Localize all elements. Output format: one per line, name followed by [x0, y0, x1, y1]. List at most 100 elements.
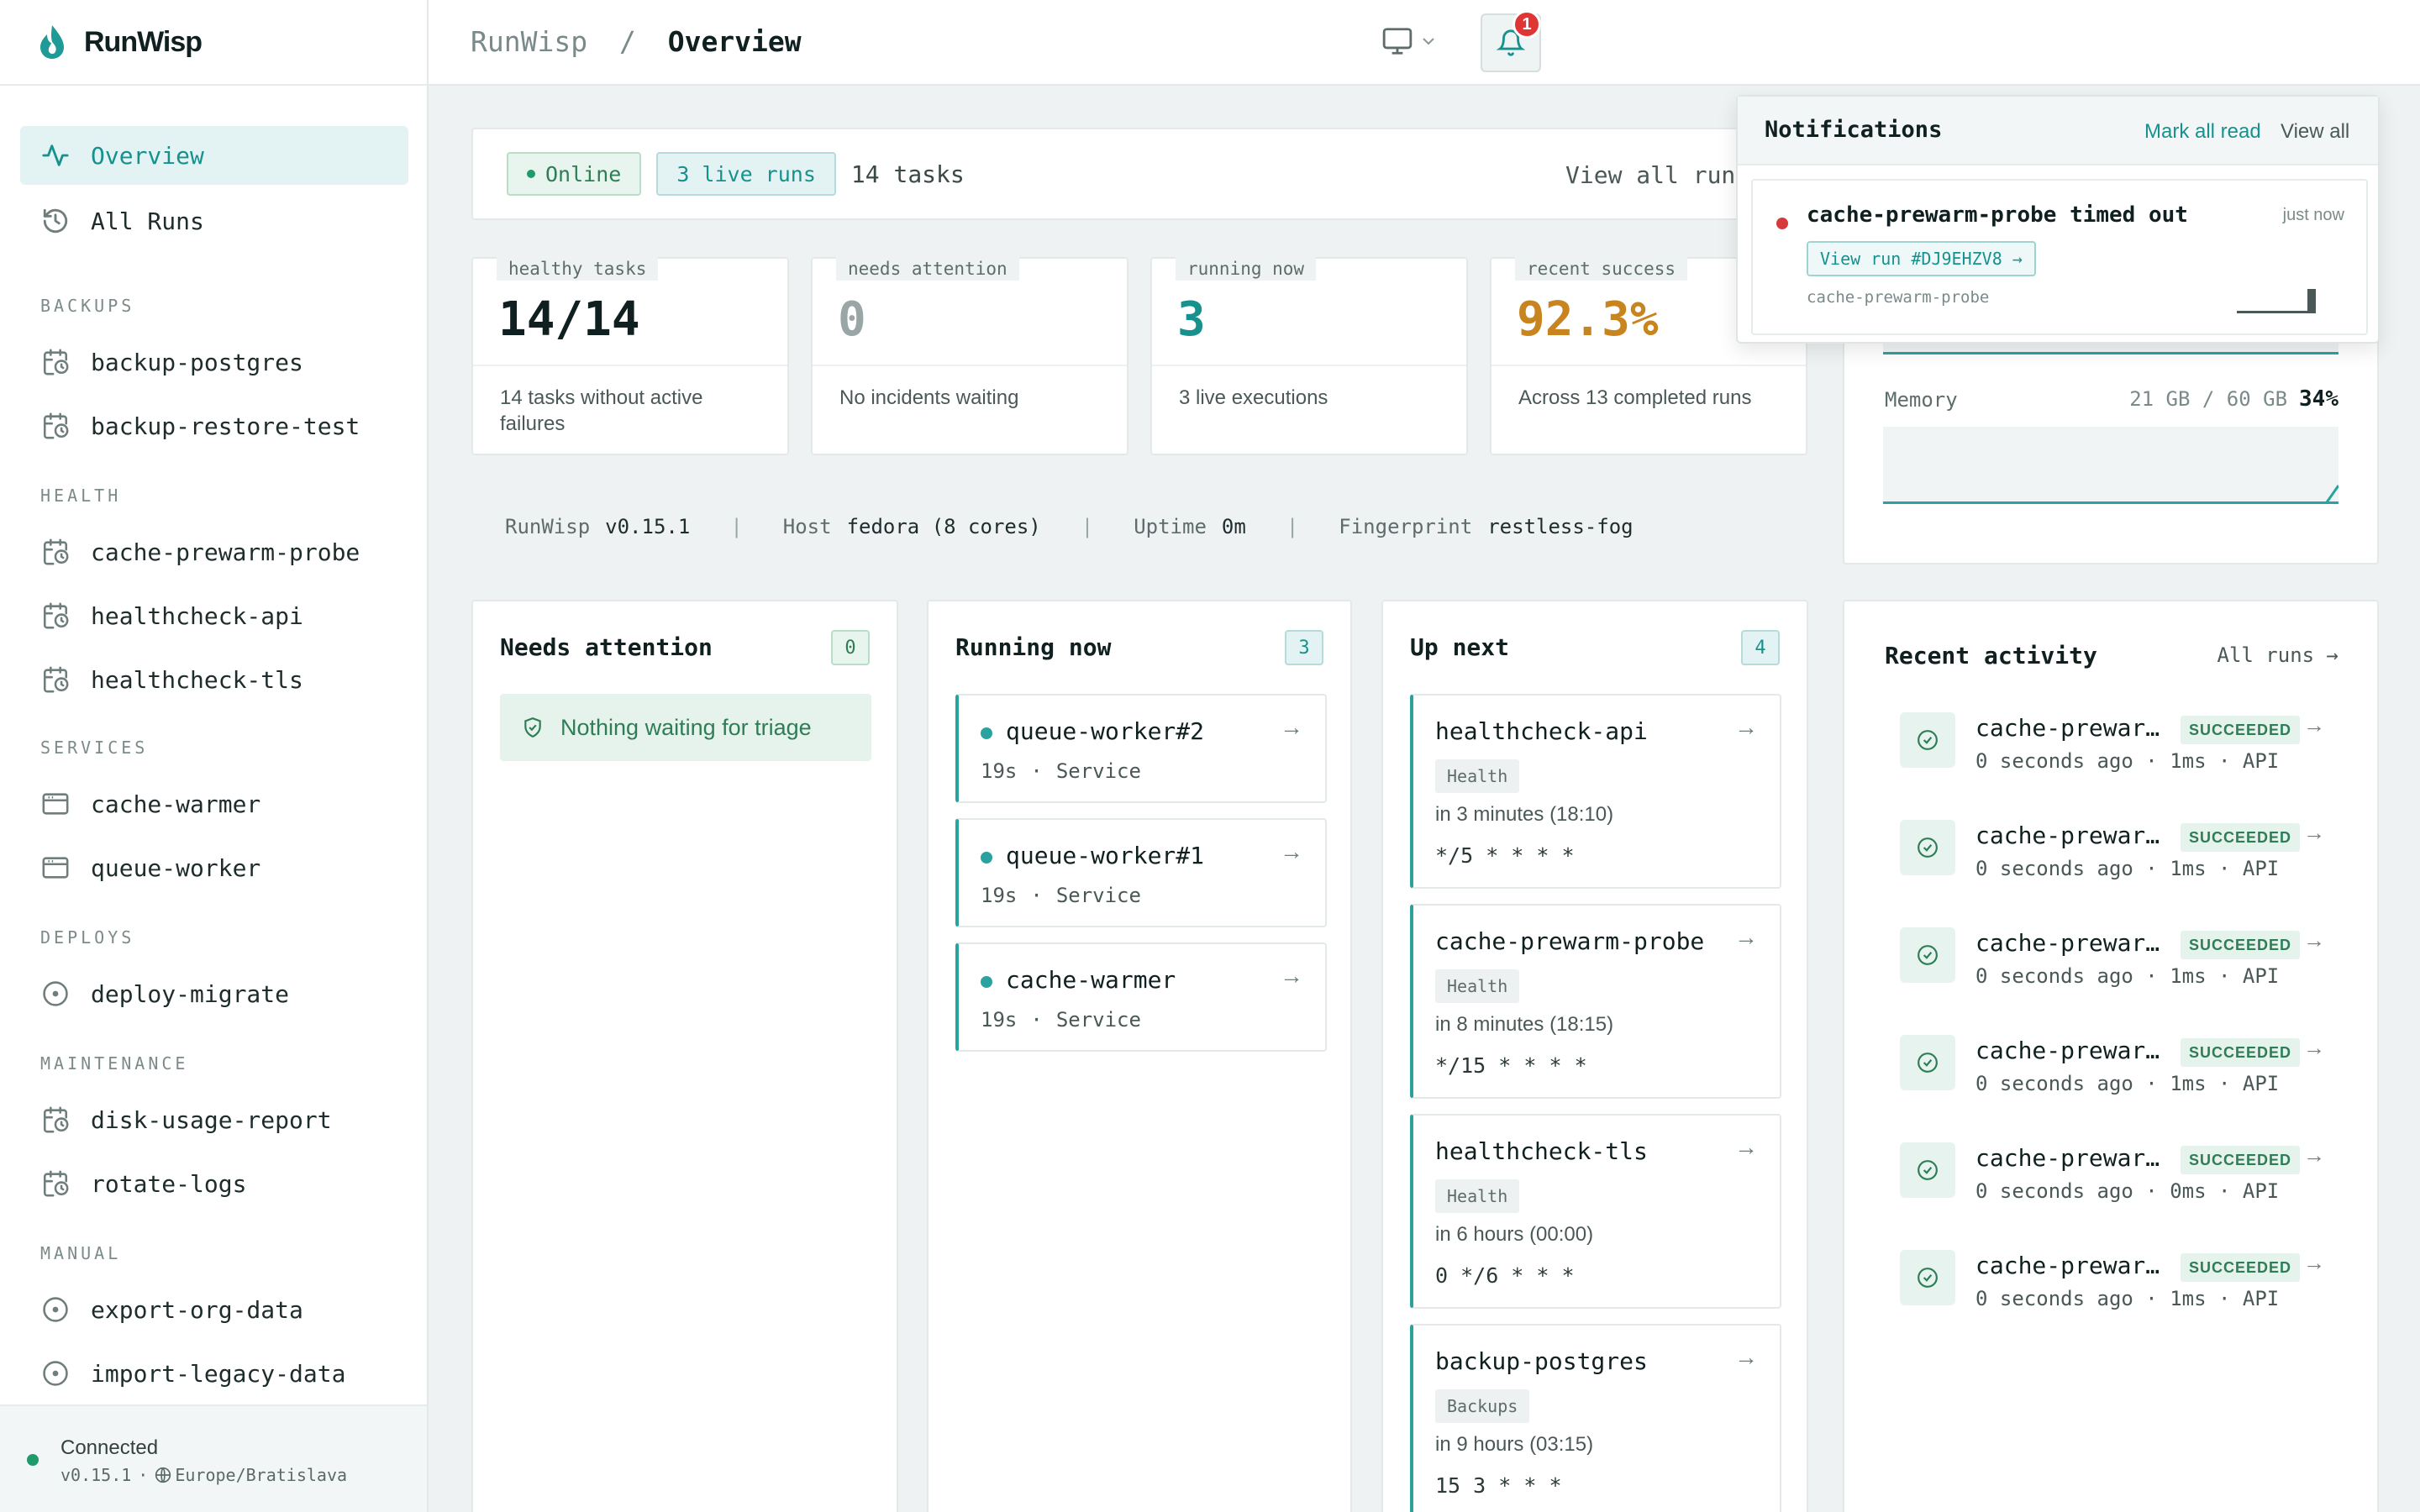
stat-card-running-now: running now 3 3 live executions — [1150, 257, 1468, 455]
stat-description: Across 13 completed runs — [1518, 386, 1752, 409]
scheduled-item[interactable]: cache-prewarm-probe Health in 8 minutes … — [1410, 904, 1781, 1099]
check-circle-icon — [1900, 1035, 1955, 1090]
status-badge: SUCCEEDED — [2181, 716, 2301, 744]
sidebar-item-backup-restore-test[interactable]: backup-restore-test — [20, 396, 408, 455]
activity-name: cache-prewarm-probe — [1975, 929, 2169, 957]
run-name: queue-worker#2 — [1006, 717, 1205, 745]
count-badge: 3 — [1285, 630, 1323, 665]
sidebar-item-cache-warmer[interactable]: cache-warmer — [20, 774, 408, 833]
scheduled-item[interactable]: healthcheck-tls Health in 6 hours (00:00… — [1410, 1114, 1781, 1309]
uptime-label: Uptime — [1134, 515, 1207, 538]
sidebar-item-overview[interactable]: Overview — [20, 126, 408, 185]
view-run-button[interactable]: View run #DJ9EHZV8 → — [1807, 241, 2036, 276]
breadcrumb-separator: / — [618, 25, 636, 58]
app-name: RunWisp — [505, 515, 591, 538]
connected-dot-icon — [27, 1454, 39, 1466]
notifications-popover: Notifications Mark all read View all cac… — [1736, 95, 2380, 344]
display-mode-toggle[interactable] — [1381, 25, 1439, 57]
notification-count-badge: 1 — [1512, 10, 1541, 39]
activity-meta: 0 seconds ago · 1ms · API — [1975, 749, 2280, 773]
stat-card-needs-attention: needs attention 0 No incidents waiting — [811, 257, 1128, 455]
next-run-time: in 3 minutes (18:10) — [1435, 803, 1614, 826]
activity-item[interactable]: cache-prewarm-probe SUCCEEDED → 0 second… — [1900, 1250, 2354, 1334]
arrow-right-icon: → — [2303, 712, 2325, 738]
footer-timezone: Europe/Bratislava — [175, 1465, 348, 1485]
group-tag: Health — [1435, 1179, 1520, 1213]
activity-item[interactable]: cache-prewarm-probe SUCCEEDED → 0 second… — [1900, 1142, 2354, 1226]
empty-state-text: Nothing waiting for triage — [560, 714, 812, 740]
status-badge: SUCCEEDED — [2181, 1253, 2301, 1282]
next-run-time: in 6 hours (00:00) — [1435, 1223, 1594, 1246]
empty-state: Nothing waiting for triage — [500, 694, 871, 761]
arrow-right-icon: → — [2303, 1142, 2325, 1168]
circle-dot-icon — [40, 1358, 71, 1389]
sidebar-item-cache-prewarm-probe[interactable]: cache-prewarm-probe — [20, 522, 408, 581]
sidebar-item-deploy-migrate[interactable]: deploy-migrate — [20, 964, 408, 1023]
running-now-panel: Running now 3 queue-worker#2 19s · Service… — [927, 600, 1352, 1512]
activity-item[interactable]: cache-prewarm-probe SUCCEEDED → 0 second… — [1900, 712, 2354, 796]
stat-label: recent success — [1515, 257, 1688, 281]
notification-item[interactable]: cache-prewarm-probe timed out just now V… — [1751, 179, 2368, 335]
group-title-manual: MANUAL — [40, 1243, 122, 1263]
group-title-maintenance: MAINTENANCE — [40, 1053, 189, 1074]
globe-icon — [155, 1467, 171, 1483]
notification-source: cache-prewarm-probe — [1807, 288, 1990, 307]
stat-label: healthy tasks — [497, 257, 659, 281]
scheduled-item[interactable]: healthcheck-api Health in 3 minutes (18:… — [1410, 694, 1781, 889]
activity-name: cache-prewarm-probe — [1975, 1252, 2169, 1279]
breadcrumb-root[interactable]: RunWisp — [471, 25, 587, 58]
calendar-clock-icon — [40, 347, 71, 377]
arrow-right-icon: → — [2303, 927, 2325, 953]
scheduled-item[interactable]: backup-postgres Backups in 9 hours (03:1… — [1410, 1324, 1781, 1512]
activity-item[interactable]: cache-prewarm-probe SUCCEEDED → 0 second… — [1900, 820, 2354, 904]
version-timezone: v0.15.1 · Europe/Bratislava — [60, 1465, 347, 1485]
sidebar-item-label: Overview — [91, 141, 204, 170]
sidebar-item-label: import-legacy-data — [91, 1359, 346, 1388]
status-bar: Online 3 live runs 14 tasks View all run… — [471, 128, 1807, 220]
running-item[interactable]: queue-worker#2 19s · Service → — [955, 694, 1327, 803]
recent-activity-panel: Recent activity All runs → cache-prewarm… — [1843, 600, 2379, 1512]
sidebar-item-export-org-data[interactable]: export-org-data — [20, 1280, 408, 1339]
sidebar-item-disk-usage-report[interactable]: disk-usage-report — [20, 1090, 408, 1149]
sidebar-item-healthcheck-tls[interactable]: healthcheck-tls — [20, 650, 408, 709]
sidebar-item-label: rotate-logs — [91, 1169, 247, 1198]
sidebar-item-rotate-logs[interactable]: rotate-logs — [20, 1154, 408, 1213]
task-name: cache-prewarm-probe — [1435, 927, 1705, 955]
check-circle-icon — [1900, 1250, 1955, 1305]
activity-item[interactable]: cache-prewarm-probe SUCCEEDED → 0 second… — [1900, 927, 2354, 1011]
footer-separator: · — [138, 1465, 149, 1485]
task-count: 14 tasks — [850, 160, 965, 188]
arrow-right-icon: → — [1734, 1134, 1758, 1160]
stat-description: 3 live executions — [1179, 386, 1328, 409]
calendar-clock-icon — [40, 537, 71, 567]
status-badge: SUCCEEDED — [2181, 1146, 2301, 1174]
view-all-runs-link[interactable]: View all runs — [1565, 161, 1749, 189]
group-tag: Health — [1435, 759, 1520, 793]
activity-name: cache-prewarm-probe — [1975, 1037, 2169, 1064]
running-item[interactable]: queue-worker#1 19s · Service → — [955, 818, 1327, 927]
notifications-header: Notifications Mark all read View all — [1738, 97, 2378, 165]
circle-dot-icon — [40, 1294, 71, 1325]
notification-title: cache-prewarm-probe timed out — [1807, 202, 2188, 228]
mark-all-read-button[interactable]: Mark all read — [2144, 120, 2261, 144]
sidebar-item-import-legacy-data[interactable]: import-legacy-data — [20, 1344, 408, 1403]
stat-label: running now — [1176, 257, 1317, 281]
live-runs-pill[interactable]: 3 live runs — [656, 152, 836, 196]
fingerprint-value: restless-fog — [1487, 515, 1634, 538]
sidebar-item-queue-worker[interactable]: queue-worker — [20, 838, 408, 897]
all-runs-link[interactable]: All runs → — [2217, 643, 2339, 667]
run-meta: 19s · Service — [981, 884, 1141, 907]
sidebar-item-all-runs[interactable]: All Runs — [20, 192, 408, 250]
fingerprint-label: Fingerprint — [1339, 515, 1473, 538]
activity-item[interactable]: cache-prewarm-probe SUCCEEDED → 0 second… — [1900, 1035, 2354, 1119]
activity-name: cache-prewarm-probe — [1975, 714, 2169, 742]
view-all-notifications-link[interactable]: View all — [2281, 120, 2349, 144]
sidebar-item-backup-postgres[interactable]: backup-postgres — [20, 333, 408, 391]
cron-expression: 0 */6 * * * — [1435, 1263, 1575, 1288]
run-meta: 19s · Service — [981, 1008, 1141, 1032]
group-title-services: SERVICES — [40, 738, 149, 758]
group-tag: Backups — [1435, 1389, 1530, 1423]
running-item[interactable]: cache-warmer 19s · Service → — [955, 942, 1327, 1052]
sidebar-item-healthcheck-api[interactable]: healthcheck-api — [20, 586, 408, 645]
sidebar-item-label: backup-postgres — [91, 348, 303, 376]
